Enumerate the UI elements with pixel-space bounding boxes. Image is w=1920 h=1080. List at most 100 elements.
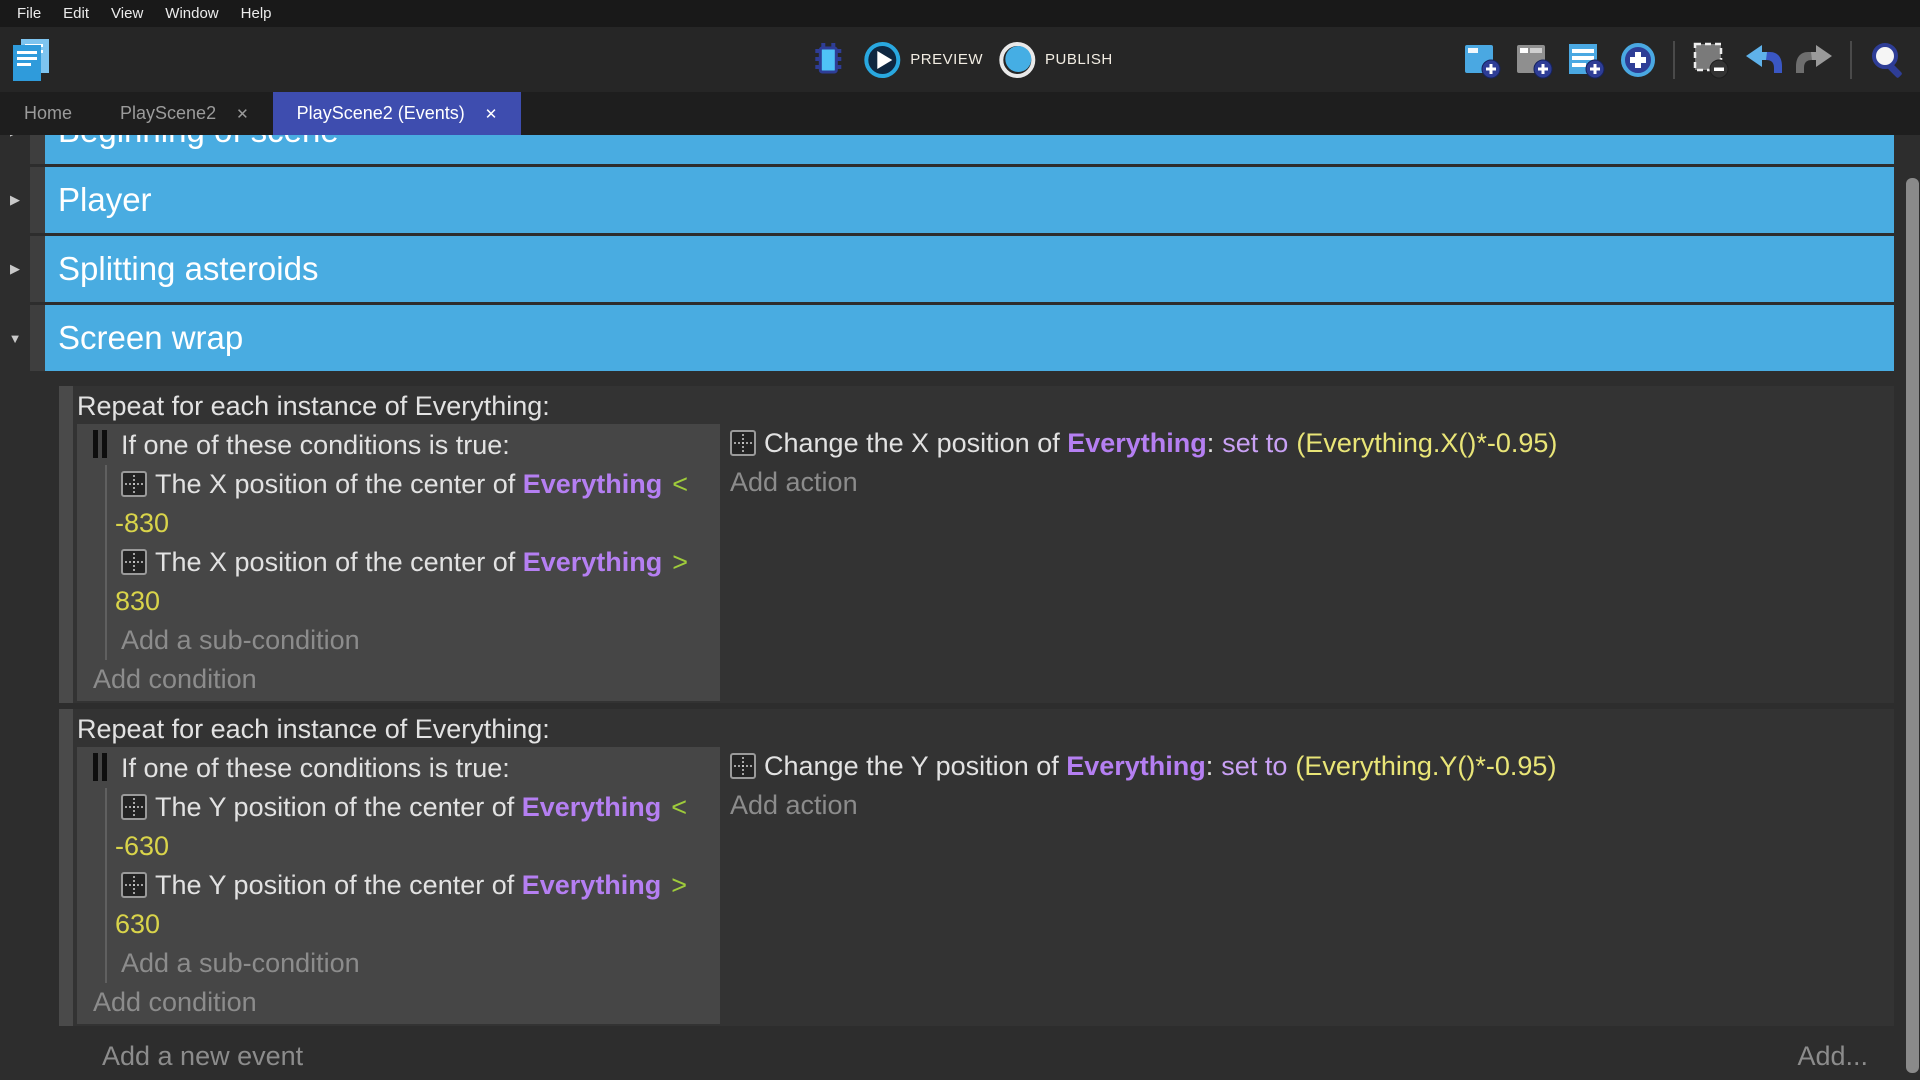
condition-value[interactable]: -830 [107,504,720,543]
debugger-button[interactable] [807,39,848,80]
menu-window[interactable]: Window [154,0,229,27]
event-sheet: ▶ Beginning of scene ▶ Player ▶ Splittin… [0,135,1920,1073]
object-name: Everything [522,792,662,822]
collapse-arrow-icon[interactable]: ▶ [0,236,30,302]
group-label: Screen wrap [58,319,243,357]
expand-arrow-icon[interactable]: ▼ [0,305,30,371]
add-sub-condition-link[interactable]: Add a sub-condition [107,621,720,660]
collapse-arrow-icon[interactable]: ▶ [0,135,30,164]
group-header[interactable]: Beginning of scene [45,135,1894,164]
condition-row[interactable]: The Y position of the center of Everythi… [107,788,720,827]
group-header[interactable]: Screen wrap [45,305,1894,371]
condition-text: The Y position of the center of [155,792,522,822]
event-drag-handle[interactable] [59,709,73,1026]
tab-playscene2-events-label: PlayScene2 (Events) [297,103,465,124]
toolbar-separator [1673,41,1675,79]
tab-bar: Home PlayScene2 ✕ PlayScene2 (Events) ✕ [0,92,1920,135]
add-event-icon [1462,40,1502,80]
menu-edit[interactable]: Edit [52,0,100,27]
add-condition-link[interactable]: Add condition [93,660,720,699]
colon: : [1206,751,1214,781]
condition-value[interactable]: 830 [107,582,720,621]
object-name: Everything [1066,751,1206,781]
operator: > [672,547,688,577]
actions-panel: Change the X position of Everything:set … [720,424,1894,701]
add-comment-button[interactable] [1565,39,1606,80]
sub-conditions: The X position of the center of Everythi… [105,465,720,660]
redo-button[interactable] [1794,39,1835,80]
add-sub-condition-link[interactable]: Add a sub-condition [107,944,720,983]
repeat-for-each-header[interactable]: Repeat for each instance of Everything: [77,711,1894,747]
event-body: Repeat for each instance of Everything: … [73,386,1894,703]
condition-row[interactable]: The X position of the center of Everythi… [107,465,720,504]
operator: < [671,792,687,822]
action-verb: set to [1222,428,1288,458]
play-icon [862,40,902,80]
add-more-link[interactable]: Add... [1797,1040,1868,1073]
app-logo-icon [8,36,54,84]
actions-panel: Change the Y position of Everything:set … [720,747,1894,1024]
object-name: Everything [523,469,663,499]
undo-button[interactable] [1742,39,1783,80]
group-drag-handle[interactable] [30,167,45,233]
condition-row[interactable]: The Y position of the center of Everythi… [107,866,720,905]
add-condition-link[interactable]: Add condition [93,983,720,1022]
repeat-for-each-header[interactable]: Repeat for each instance of Everything: [77,388,1894,424]
sheet-footer: Add a new event Add... [102,1040,1868,1073]
condition-value[interactable]: 630 [107,905,720,944]
sub-conditions: The Y position of the center of Everythi… [105,788,720,983]
conditions-panel: If one of these conditions is true: The … [77,424,720,701]
group-label: Beginning of scene [58,135,339,150]
group-drag-handle[interactable] [30,236,45,302]
add-subevent-button[interactable] [1513,39,1554,80]
publish-button[interactable]: PUBLISH [997,40,1113,80]
group-splitting-asteroids: ▶ Splitting asteroids [0,236,1920,302]
menu-view[interactable]: View [100,0,154,27]
tab-playscene2[interactable]: PlayScene2 ✕ [96,92,273,135]
position-icon [121,872,147,898]
group-header[interactable]: Splitting asteroids [45,236,1894,302]
or-header-label: If one of these conditions is true: [121,430,510,460]
menu-file[interactable]: File [6,0,52,27]
or-conditions-header[interactable]: If one of these conditions is true: [93,749,720,788]
add-new-event-link[interactable]: Add a new event [102,1040,303,1073]
group-drag-handle[interactable] [30,305,45,371]
menu-help[interactable]: Help [230,0,283,27]
condition-text: The X position of the center of [155,547,523,577]
undo-icon [1743,40,1783,80]
action-row[interactable]: Change the Y position of Everything:set … [730,747,1894,786]
colon: : [1207,428,1215,458]
preview-button[interactable]: PREVIEW [862,40,983,80]
group-drag-handle[interactable] [30,135,45,164]
add-circle-icon [1618,40,1658,80]
object-name: Everything [522,870,662,900]
condition-value[interactable]: -630 [107,827,720,866]
delete-selection-button[interactable] [1690,39,1731,80]
condition-row[interactable]: The X position of the center of Everythi… [107,543,720,582]
events-editor: ▶ Beginning of scene ▶ Player ▶ Splittin… [0,135,1920,1080]
tab-home[interactable]: Home [0,92,96,135]
collapse-arrow-icon[interactable]: ▶ [0,167,30,233]
tab-playscene2-label: PlayScene2 [120,103,216,124]
add-action-link[interactable]: Add action [730,786,1894,825]
vertical-scrollbar-thumb[interactable] [1906,178,1919,1073]
add-more-button[interactable] [1617,39,1658,80]
add-event-button[interactable] [1461,39,1502,80]
bug-icon [808,40,848,80]
close-tab-icon[interactable]: ✕ [485,105,498,123]
group-beginning-of-scene: ▶ Beginning of scene [0,135,1920,164]
search-button[interactable] [1867,39,1908,80]
action-expression: (Everything.X()*-0.95) [1296,428,1557,458]
tab-home-label: Home [24,103,72,124]
event-body: Repeat for each instance of Everything: … [73,709,1894,1026]
condition-text: The X position of the center of [155,469,523,499]
add-action-link[interactable]: Add action [730,463,1894,502]
tab-playscene2-events[interactable]: PlayScene2 (Events) ✕ [273,92,522,135]
group-label: Splitting asteroids [58,250,318,288]
group-header[interactable]: Player [45,167,1894,233]
close-tab-icon[interactable]: ✕ [236,105,249,123]
action-row[interactable]: Change the X position of Everything:set … [730,424,1894,463]
or-conditions-header[interactable]: If one of these conditions is true: [93,426,720,465]
action-text: Change the X position of [764,428,1067,458]
event-drag-handle[interactable] [59,386,73,703]
